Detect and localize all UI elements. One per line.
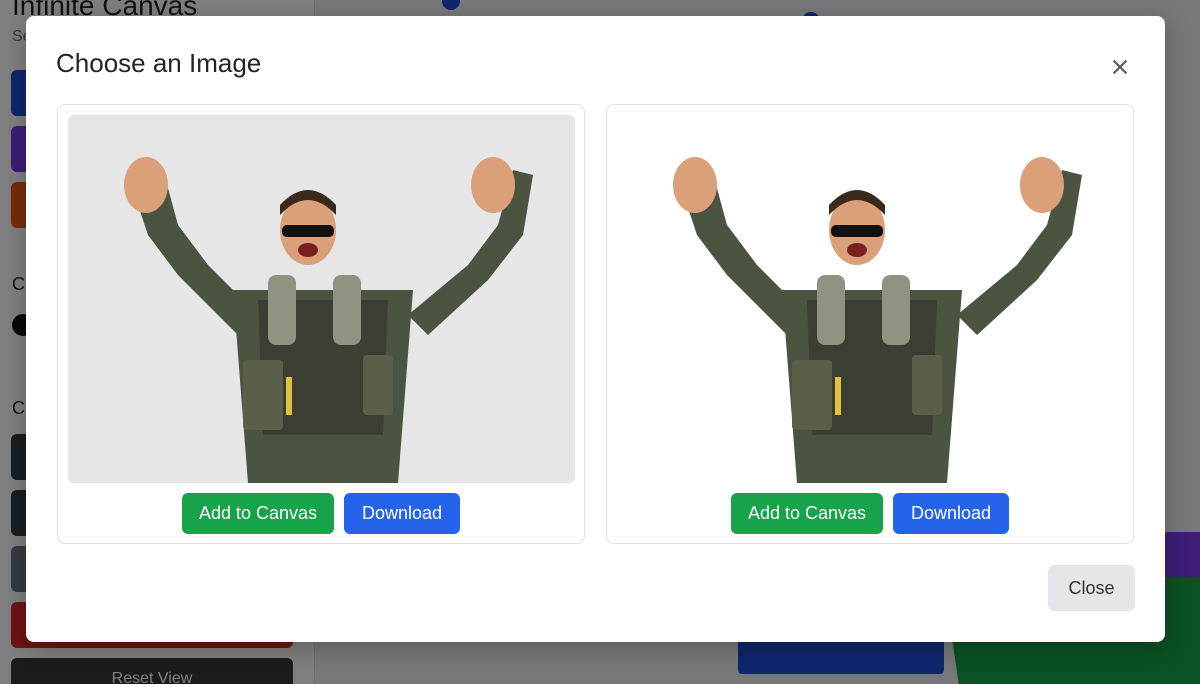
choose-image-modal: Choose an Image Add to Canvas Download A…	[26, 16, 1165, 642]
add-to-canvas-button[interactable]: Add to Canvas	[731, 493, 883, 534]
image-preview	[617, 115, 1124, 483]
modal-title: Choose an Image	[56, 48, 262, 78]
image-card: Add to Canvas Download	[606, 104, 1134, 544]
close-icon[interactable]	[1107, 54, 1133, 80]
image-preview	[68, 115, 575, 483]
person-photo-background-removed	[673, 157, 1082, 483]
person-figure	[673, 157, 1082, 483]
person-photo	[124, 157, 533, 483]
close-button[interactable]: Close	[1048, 565, 1135, 611]
image-card: Add to Canvas Download	[57, 104, 585, 544]
person-figure	[124, 157, 533, 483]
download-button[interactable]: Download	[344, 493, 460, 534]
add-to-canvas-button[interactable]: Add to Canvas	[182, 493, 334, 534]
download-button[interactable]: Download	[893, 493, 1009, 534]
